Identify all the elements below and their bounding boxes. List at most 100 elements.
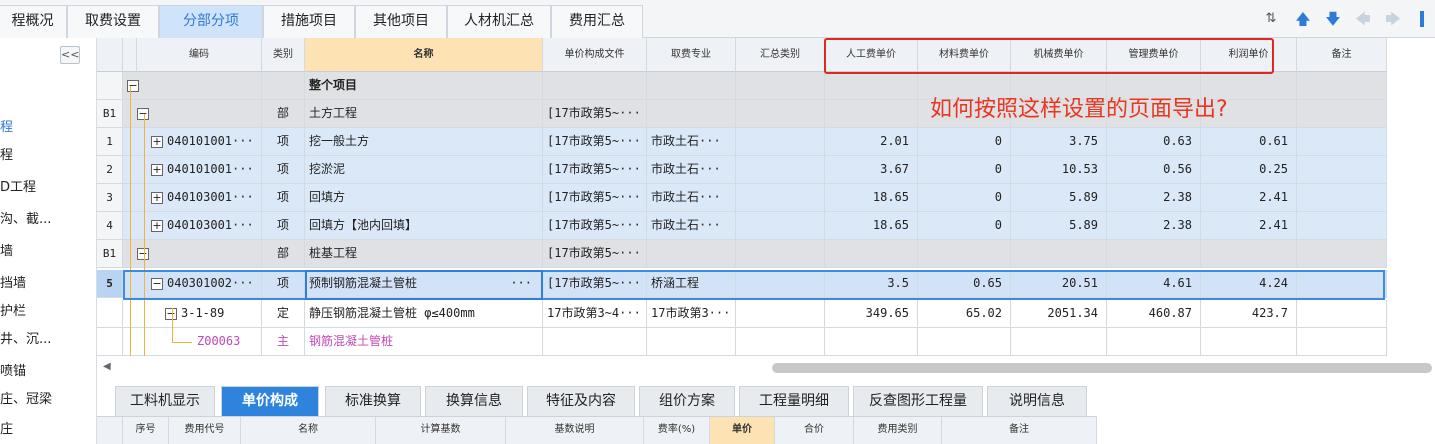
category-cell[interactable]: [736, 128, 825, 156]
header-fee-code[interactable]: 费用代号: [169, 417, 241, 444]
collapse-icon[interactable]: −: [127, 79, 139, 92]
sidebar-item[interactable]: 程: [0, 144, 13, 163]
name-cell[interactable]: 静压钢筋混凝土管桩 φ≤400mm: [305, 300, 543, 328]
tab-resource-display[interactable]: 工料机显示: [115, 386, 215, 416]
category-cell[interactable]: [736, 300, 825, 328]
file-cell[interactable]: [17市政第5~···: [543, 156, 647, 184]
name-cell[interactable]: 挖淤泥: [305, 156, 543, 184]
sidebar-item[interactable]: 庄、冠梁: [0, 388, 52, 407]
header-base-desc[interactable]: 基数说明: [506, 417, 644, 444]
mgmt-cell[interactable]: 460.87: [1107, 300, 1201, 328]
file-cell[interactable]: [17市政第5~···: [543, 128, 647, 156]
file-cell[interactable]: [543, 72, 647, 100]
labor-cell[interactable]: 2.01: [825, 128, 918, 156]
tab-resource-summary[interactable]: 人材机汇总: [447, 5, 551, 38]
header-item-name[interactable]: 名称: [241, 417, 376, 444]
labor-cell[interactable]: 18.65: [825, 212, 918, 240]
machine-cell[interactable]: 5.89: [1011, 212, 1107, 240]
sort-icon[interactable]: ⇅: [1262, 9, 1280, 29]
profit-cell[interactable]: 2.41: [1201, 184, 1297, 212]
header-notes[interactable]: 备注: [1297, 38, 1387, 72]
header-type[interactable]: 类别: [262, 38, 305, 72]
file-cell[interactable]: [543, 328, 647, 356]
profession-cell[interactable]: 桥涵工程: [647, 270, 736, 298]
header-code[interactable]: 编码: [137, 38, 262, 72]
header-labor-price[interactable]: 人工费单价: [825, 38, 918, 72]
name-cell[interactable]: 回填方【池内回填】: [305, 212, 543, 240]
category-cell[interactable]: [736, 212, 825, 240]
notes-cell[interactable]: [1297, 100, 1387, 128]
sidebar-item[interactable]: 程: [0, 116, 13, 135]
category-cell[interactable]: [736, 100, 825, 128]
labor-cell[interactable]: 18.65: [825, 184, 918, 212]
machine-cell[interactable]: [1011, 328, 1107, 356]
profession-cell[interactable]: 市政土石···: [647, 212, 736, 240]
scrollbar-thumb[interactable]: [772, 363, 1432, 373]
profit-cell[interactable]: 2.41: [1201, 212, 1297, 240]
name-cell[interactable]: 土方工程: [305, 100, 543, 128]
category-cell[interactable]: [736, 156, 825, 184]
tab-other-items[interactable]: 其他项目: [355, 5, 447, 38]
category-cell[interactable]: [736, 328, 825, 356]
header-name[interactable]: 名称: [305, 38, 543, 72]
profit-cell[interactable]: 0.61: [1201, 128, 1297, 156]
material-cell[interactable]: [918, 240, 1011, 268]
profession-cell[interactable]: [647, 100, 736, 128]
sidebar-item[interactable]: 墙: [0, 240, 13, 259]
header-price-file[interactable]: 单价构成文件: [543, 38, 647, 72]
sidebar-item[interactable]: 庄: [0, 418, 13, 437]
mgmt-cell[interactable]: 0.56: [1107, 156, 1201, 184]
table-row[interactable]: 2 +040101001··· 项 挖淤泥 [17市政第5~··· 市政土石··…: [97, 156, 1387, 184]
tab-fee-settings[interactable]: 取费设置: [67, 5, 159, 38]
sidebar-item[interactable]: 井、沉...: [0, 328, 51, 347]
header-machine-price[interactable]: 机械费单价: [1011, 38, 1107, 72]
header-mgmt-price[interactable]: 管理费单价: [1107, 38, 1201, 72]
notes-cell[interactable]: [1297, 184, 1387, 212]
name-cell[interactable]: 钢筋混凝土管桩: [305, 328, 543, 356]
header-base[interactable]: 计算基数: [376, 417, 506, 444]
file-cell[interactable]: [17市政第5~···: [543, 184, 647, 212]
file-cell[interactable]: [17市政第5~···: [543, 270, 647, 298]
table-row[interactable]: 4 +040103001··· 项 回填方【池内回填】 [17市政第5~··· …: [97, 212, 1387, 240]
header-material-price[interactable]: 材料费单价: [918, 38, 1011, 72]
collapse-icon[interactable]: −: [137, 247, 149, 260]
tab-features-content[interactable]: 特征及内容: [527, 386, 635, 416]
tab-quantity-details[interactable]: 工程量明细: [739, 386, 849, 416]
material-cell[interactable]: 0: [918, 184, 1011, 212]
profession-cell[interactable]: 市政土石···: [647, 156, 736, 184]
machine-cell[interactable]: [1011, 240, 1107, 268]
sidebar-item[interactable]: 护栏: [0, 300, 26, 319]
labor-cell[interactable]: [825, 240, 918, 268]
machine-cell[interactable]: 5.89: [1011, 184, 1107, 212]
table-row[interactable]: 3 +040103001··· 项 回填方 [17市政第5~··· 市政土石··…: [97, 184, 1387, 212]
tab-conversion-info[interactable]: 换算信息: [425, 386, 523, 416]
tab-description[interactable]: 说明信息: [987, 386, 1087, 416]
notes-cell[interactable]: [1297, 212, 1387, 240]
name-cell[interactable]: 回填方: [305, 184, 543, 212]
file-cell[interactable]: [17市政第5~···: [543, 212, 647, 240]
profession-cell[interactable]: 17市政第3···: [647, 300, 736, 328]
profit-cell[interactable]: 4.24: [1201, 270, 1297, 298]
code-cell[interactable]: −: [123, 72, 262, 100]
file-cell[interactable]: [17市政第5~···: [543, 100, 647, 128]
material-cell[interactable]: 0: [918, 128, 1011, 156]
arrow-down-icon[interactable]: 🡇: [1324, 9, 1342, 29]
header-unit-price[interactable]: 单价: [710, 417, 775, 444]
category-cell[interactable]: [736, 240, 825, 268]
machine-cell[interactable]: 20.51: [1011, 270, 1107, 298]
labor-cell[interactable]: [825, 100, 918, 128]
machine-cell[interactable]: 3.75: [1011, 128, 1107, 156]
arrow-left-icon[interactable]: 🡄: [1354, 9, 1372, 29]
notes-cell[interactable]: [1297, 240, 1387, 268]
labor-cell[interactable]: [825, 328, 918, 356]
mgmt-cell[interactable]: [1107, 240, 1201, 268]
header-fee-category[interactable]: 费用类别: [854, 417, 942, 444]
horizontal-scrollbar[interactable]: ◀: [97, 358, 1435, 378]
notes-cell[interactable]: [1297, 270, 1387, 298]
sidebar-item[interactable]: 喷锚: [0, 360, 26, 379]
header-seq[interactable]: 序号: [123, 417, 169, 444]
material-cell[interactable]: 65.02: [918, 300, 1011, 328]
name-cell[interactable]: 挖一般土方: [305, 128, 543, 156]
profit-cell[interactable]: 0.25: [1201, 156, 1297, 184]
profession-cell[interactable]: [647, 72, 736, 100]
